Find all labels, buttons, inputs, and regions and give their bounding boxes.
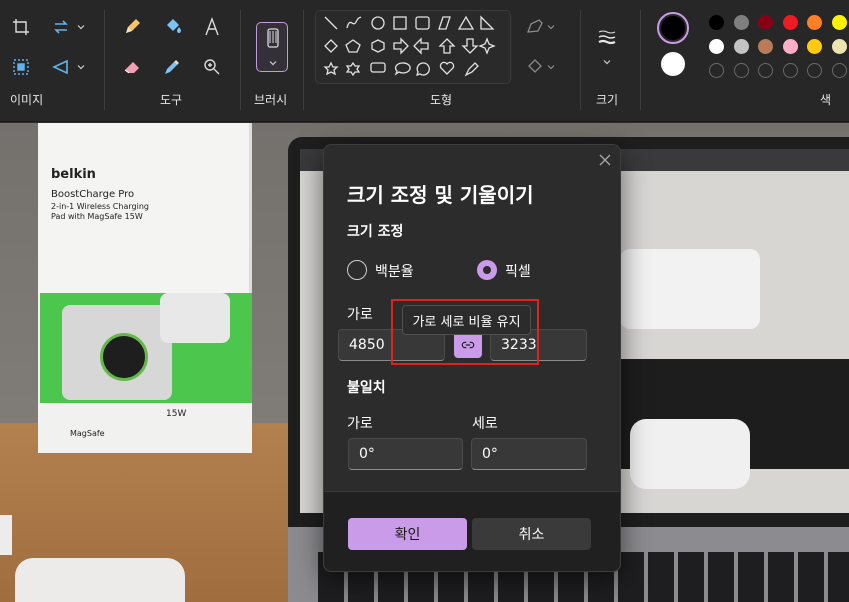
line-width-icon[interactable]	[594, 25, 620, 51]
box-badge: MagSafe	[70, 429, 105, 438]
group-tools: 도구	[105, 0, 240, 122]
color-swatch[interactable]	[733, 39, 749, 54]
color-swatch-empty[interactable]	[709, 63, 724, 78]
skew-horizontal-input[interactable]	[348, 438, 463, 470]
box-watt: 15W	[166, 409, 187, 419]
chevron-down-icon[interactable]	[546, 62, 556, 72]
color-swatch[interactable]	[807, 39, 822, 54]
width-label: 가로	[347, 307, 373, 323]
chevron-down-icon[interactable]	[546, 22, 556, 32]
flip-icon[interactable]	[48, 54, 74, 80]
radio-percent-label[interactable]: 백분율	[375, 261, 414, 281]
color-swatch[interactable]	[758, 39, 773, 54]
group-label-color: 색	[820, 93, 832, 107]
chevron-down-icon	[269, 61, 277, 66]
color-swatch[interactable]	[831, 39, 847, 54]
ok-button[interactable]: 확인	[348, 518, 467, 550]
color-swatch[interactable]	[709, 39, 724, 54]
color-swatch[interactable]	[709, 15, 724, 30]
divider	[303, 10, 304, 110]
color-picker-icon[interactable]	[159, 54, 185, 80]
divider	[640, 10, 641, 110]
chevron-down-icon[interactable]	[76, 62, 86, 72]
chevron-down-icon[interactable]	[602, 57, 612, 67]
color-swatch-empty[interactable]	[831, 63, 847, 78]
rotate-flip-icon[interactable]	[48, 14, 74, 40]
group-label-tools: 도구	[160, 93, 183, 107]
color-swatch[interactable]	[782, 15, 798, 30]
radio-percent[interactable]	[347, 260, 367, 280]
skew-section-title: 불일치	[347, 380, 386, 396]
color-swatch[interactable]	[807, 15, 822, 30]
color-swatch-empty[interactable]	[733, 63, 749, 78]
skew-vertical-label: 세로	[472, 416, 498, 432]
shape-gallery[interactable]	[315, 10, 511, 84]
color-swatch[interactable]	[758, 15, 773, 30]
close-icon[interactable]	[597, 152, 613, 168]
group-label-image: 이미지	[10, 93, 44, 107]
brush-button[interactable]	[256, 22, 288, 72]
secondary-color[interactable]	[661, 52, 685, 76]
highlight-annotation	[391, 299, 539, 365]
magnifier-icon[interactable]	[199, 54, 225, 80]
text-icon[interactable]	[199, 14, 225, 40]
color-swatch-empty[interactable]	[807, 63, 822, 78]
box-subtitle: 2-in-1 Wireless Charging Pad with MagSaf…	[51, 202, 149, 221]
color-swatch-empty[interactable]	[758, 63, 773, 78]
skew-horizontal-label: 가로	[347, 416, 373, 432]
color-swatch[interactable]	[733, 15, 749, 30]
pencil-icon[interactable]	[119, 14, 145, 40]
shape-gallery-icons	[323, 15, 496, 77]
resize-section-title: 크기 조정	[347, 224, 404, 240]
primary-color[interactable]	[657, 12, 689, 44]
eraser-icon[interactable]	[119, 54, 145, 80]
color-swatch[interactable]	[782, 39, 798, 54]
cancel-button[interactable]: 취소	[472, 518, 591, 550]
chevron-down-icon[interactable]	[76, 22, 86, 32]
charging-pad	[15, 558, 185, 602]
radio-pixel-label[interactable]: 픽셀	[505, 261, 531, 281]
color-swatch-empty[interactable]	[782, 63, 798, 78]
brush-icon	[267, 28, 279, 48]
box-product: BoostCharge Pro	[51, 189, 135, 200]
radio-pixel[interactable]	[477, 260, 497, 280]
ribbon-toolbar: 이미지 도구 브러시 도형 크기 색	[0, 0, 849, 122]
skew-vertical-input[interactable]	[471, 438, 587, 470]
group-image: 이미지	[0, 0, 104, 122]
fill-icon[interactable]	[522, 54, 548, 80]
color-swatch[interactable]	[831, 15, 847, 30]
divider	[580, 10, 581, 110]
box-brand: belkin	[51, 167, 96, 182]
group-label-shapes: 도형	[430, 93, 453, 107]
outline-icon[interactable]	[522, 14, 548, 40]
cable	[0, 515, 12, 555]
group-label-size: 크기	[596, 93, 619, 107]
crop-icon[interactable]	[8, 14, 34, 40]
dialog-title: 크기 조정 및 기울이기	[347, 183, 534, 207]
group-label-brush: 브러시	[254, 93, 288, 107]
product-box-bottom: MagSafe 15W	[40, 403, 252, 453]
product-box-green	[40, 293, 252, 403]
fill-bucket-icon[interactable]	[159, 14, 185, 40]
select-icon[interactable]	[8, 54, 34, 80]
